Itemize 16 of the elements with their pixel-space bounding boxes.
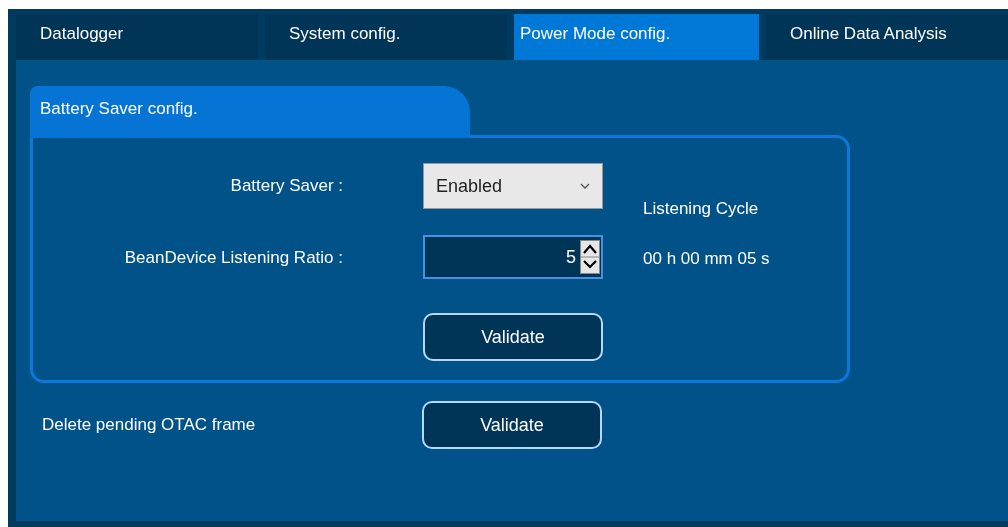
- field-label: Battery Saver :: [229, 175, 343, 196]
- tab[interactable]: Online Data Analysis: [766, 14, 1008, 60]
- validate-button[interactable]: Validate: [422, 401, 602, 449]
- field-label: BeanDevice Listening Ratio :: [123, 247, 343, 268]
- spinner-arrows-icon[interactable]: [580, 240, 600, 274]
- tab[interactable]: System config.: [265, 14, 507, 60]
- delete-otac-label: Delete pending OTAC frame: [41, 415, 257, 435]
- validate-button[interactable]: Validate: [423, 313, 603, 361]
- listening-cycle-value: 00 h 00 mm 05 s: [643, 249, 771, 269]
- chevron-icon: [580, 183, 590, 189]
- group-header: Battery Saver config.: [30, 86, 470, 138]
- battery-saver-dropdown[interactable]: Enabled: [423, 163, 603, 209]
- tab[interactable]: Datalogger: [16, 14, 258, 60]
- listening-ratio-field[interactable]: 5: [423, 235, 603, 279]
- listening-cycle-label: Listening Cycle: [643, 199, 760, 219]
- tab[interactable]: Power Mode config.: [514, 14, 759, 60]
